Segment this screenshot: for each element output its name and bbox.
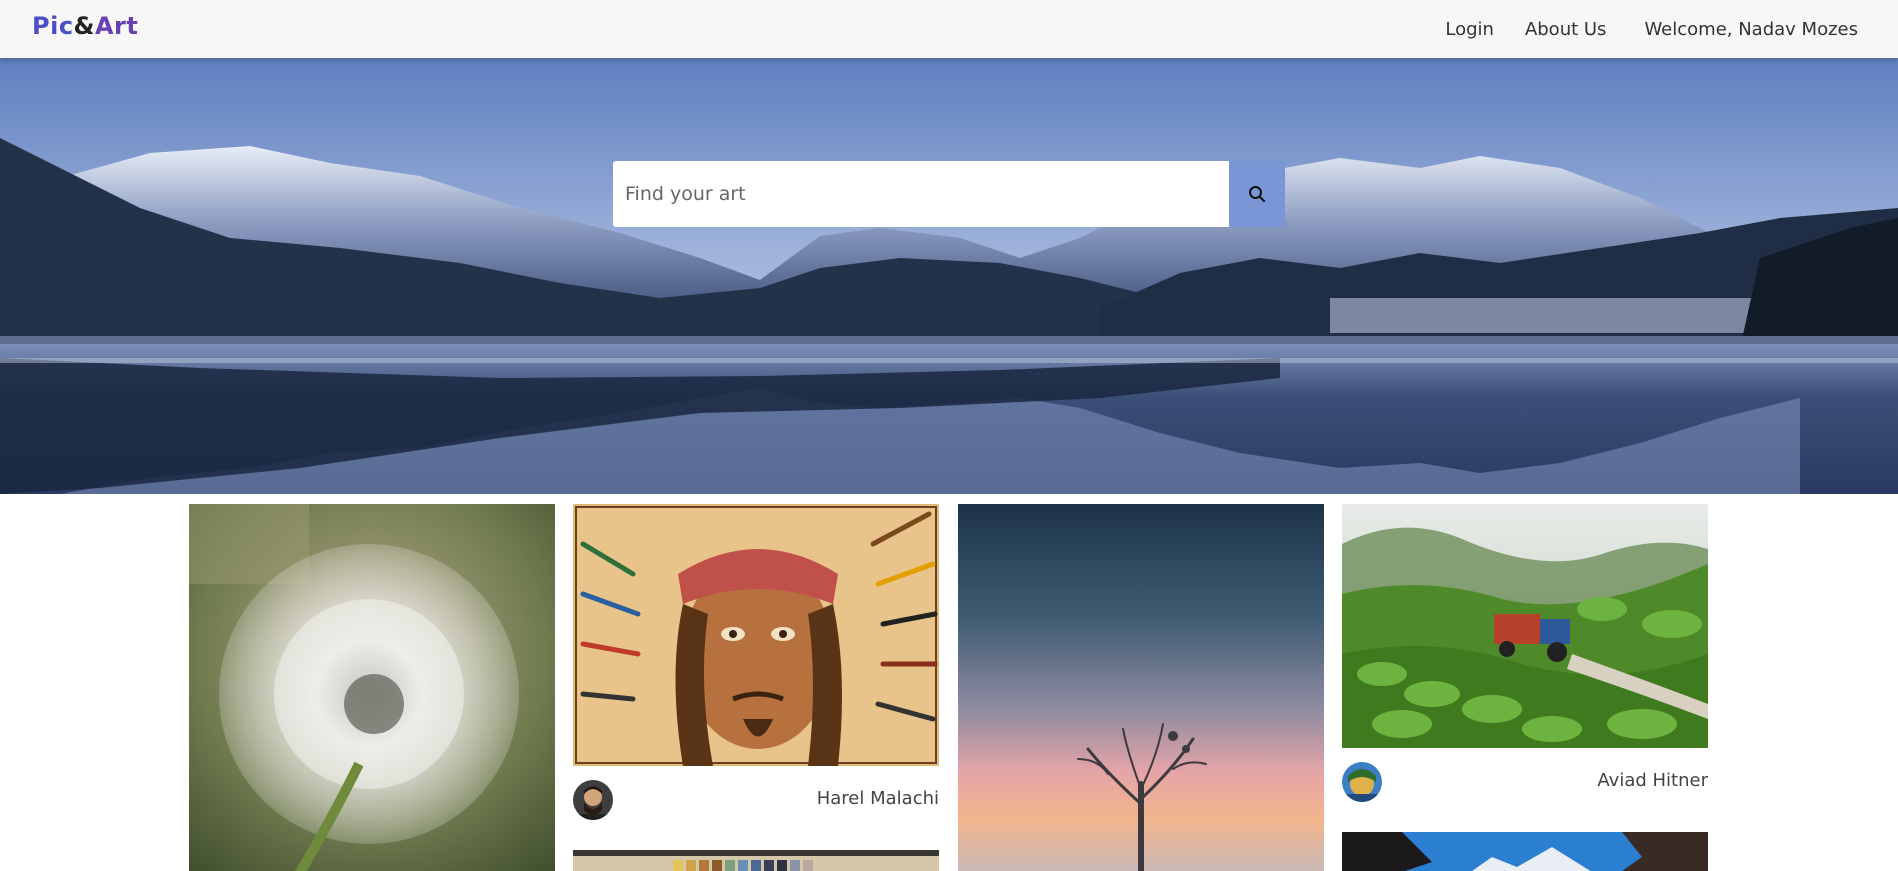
art-card-foggy-tree[interactable]	[958, 504, 1324, 871]
avatar-aviad[interactable]	[1342, 762, 1382, 802]
art-gallery: Harel Malachi Aviad Hitner	[0, 494, 1898, 871]
search-bar	[613, 161, 1285, 227]
search-input[interactable]	[613, 161, 1229, 227]
nav-links: Login About Us Welcome, Nadav Mozes	[1445, 0, 1858, 58]
avatar-image	[573, 780, 613, 820]
art-card-pirate-portrait[interactable]	[573, 504, 939, 766]
tea-plantation-image	[1342, 504, 1708, 748]
logo-part-art: Art	[94, 12, 139, 40]
pirate-portrait-image	[573, 504, 939, 766]
art-card-tea-plantation[interactable]	[1342, 504, 1708, 748]
search-button[interactable]	[1229, 161, 1285, 227]
author-name[interactable]: Aviad Hitner	[1597, 770, 1708, 791]
art-card-pirate-meta: Harel Malachi	[573, 778, 939, 822]
about-us-link[interactable]: About Us	[1525, 19, 1607, 40]
search-icon	[1248, 185, 1266, 203]
foggy-tree-image	[958, 504, 1324, 871]
art-card-snowy-mountains[interactable]	[1342, 832, 1708, 871]
hero-landscape-image	[0, 58, 1898, 494]
colored-pencils-image	[573, 850, 939, 871]
art-card-tea-meta: Aviad Hitner	[1342, 760, 1708, 804]
hero-banner	[0, 58, 1898, 494]
dandelion-image	[189, 504, 555, 871]
art-card-colored-pencils[interactable]	[573, 850, 939, 871]
login-link[interactable]: Login	[1445, 19, 1494, 40]
welcome-user-link[interactable]: Welcome, Nadav Mozes	[1644, 19, 1858, 40]
avatar-image	[1342, 762, 1382, 802]
top-navbar: Pic&Art Login About Us Welcome, Nadav Mo…	[0, 0, 1898, 58]
logo-part-pic: Pic	[32, 12, 74, 40]
art-card-dandelion[interactable]	[189, 504, 555, 871]
logo-ampersand: &	[73, 12, 95, 40]
author-name[interactable]: Harel Malachi	[817, 788, 939, 809]
site-logo[interactable]: Pic&Art	[32, 12, 138, 40]
snowy-mountains-image	[1342, 832, 1708, 871]
avatar-harel[interactable]	[573, 780, 613, 820]
